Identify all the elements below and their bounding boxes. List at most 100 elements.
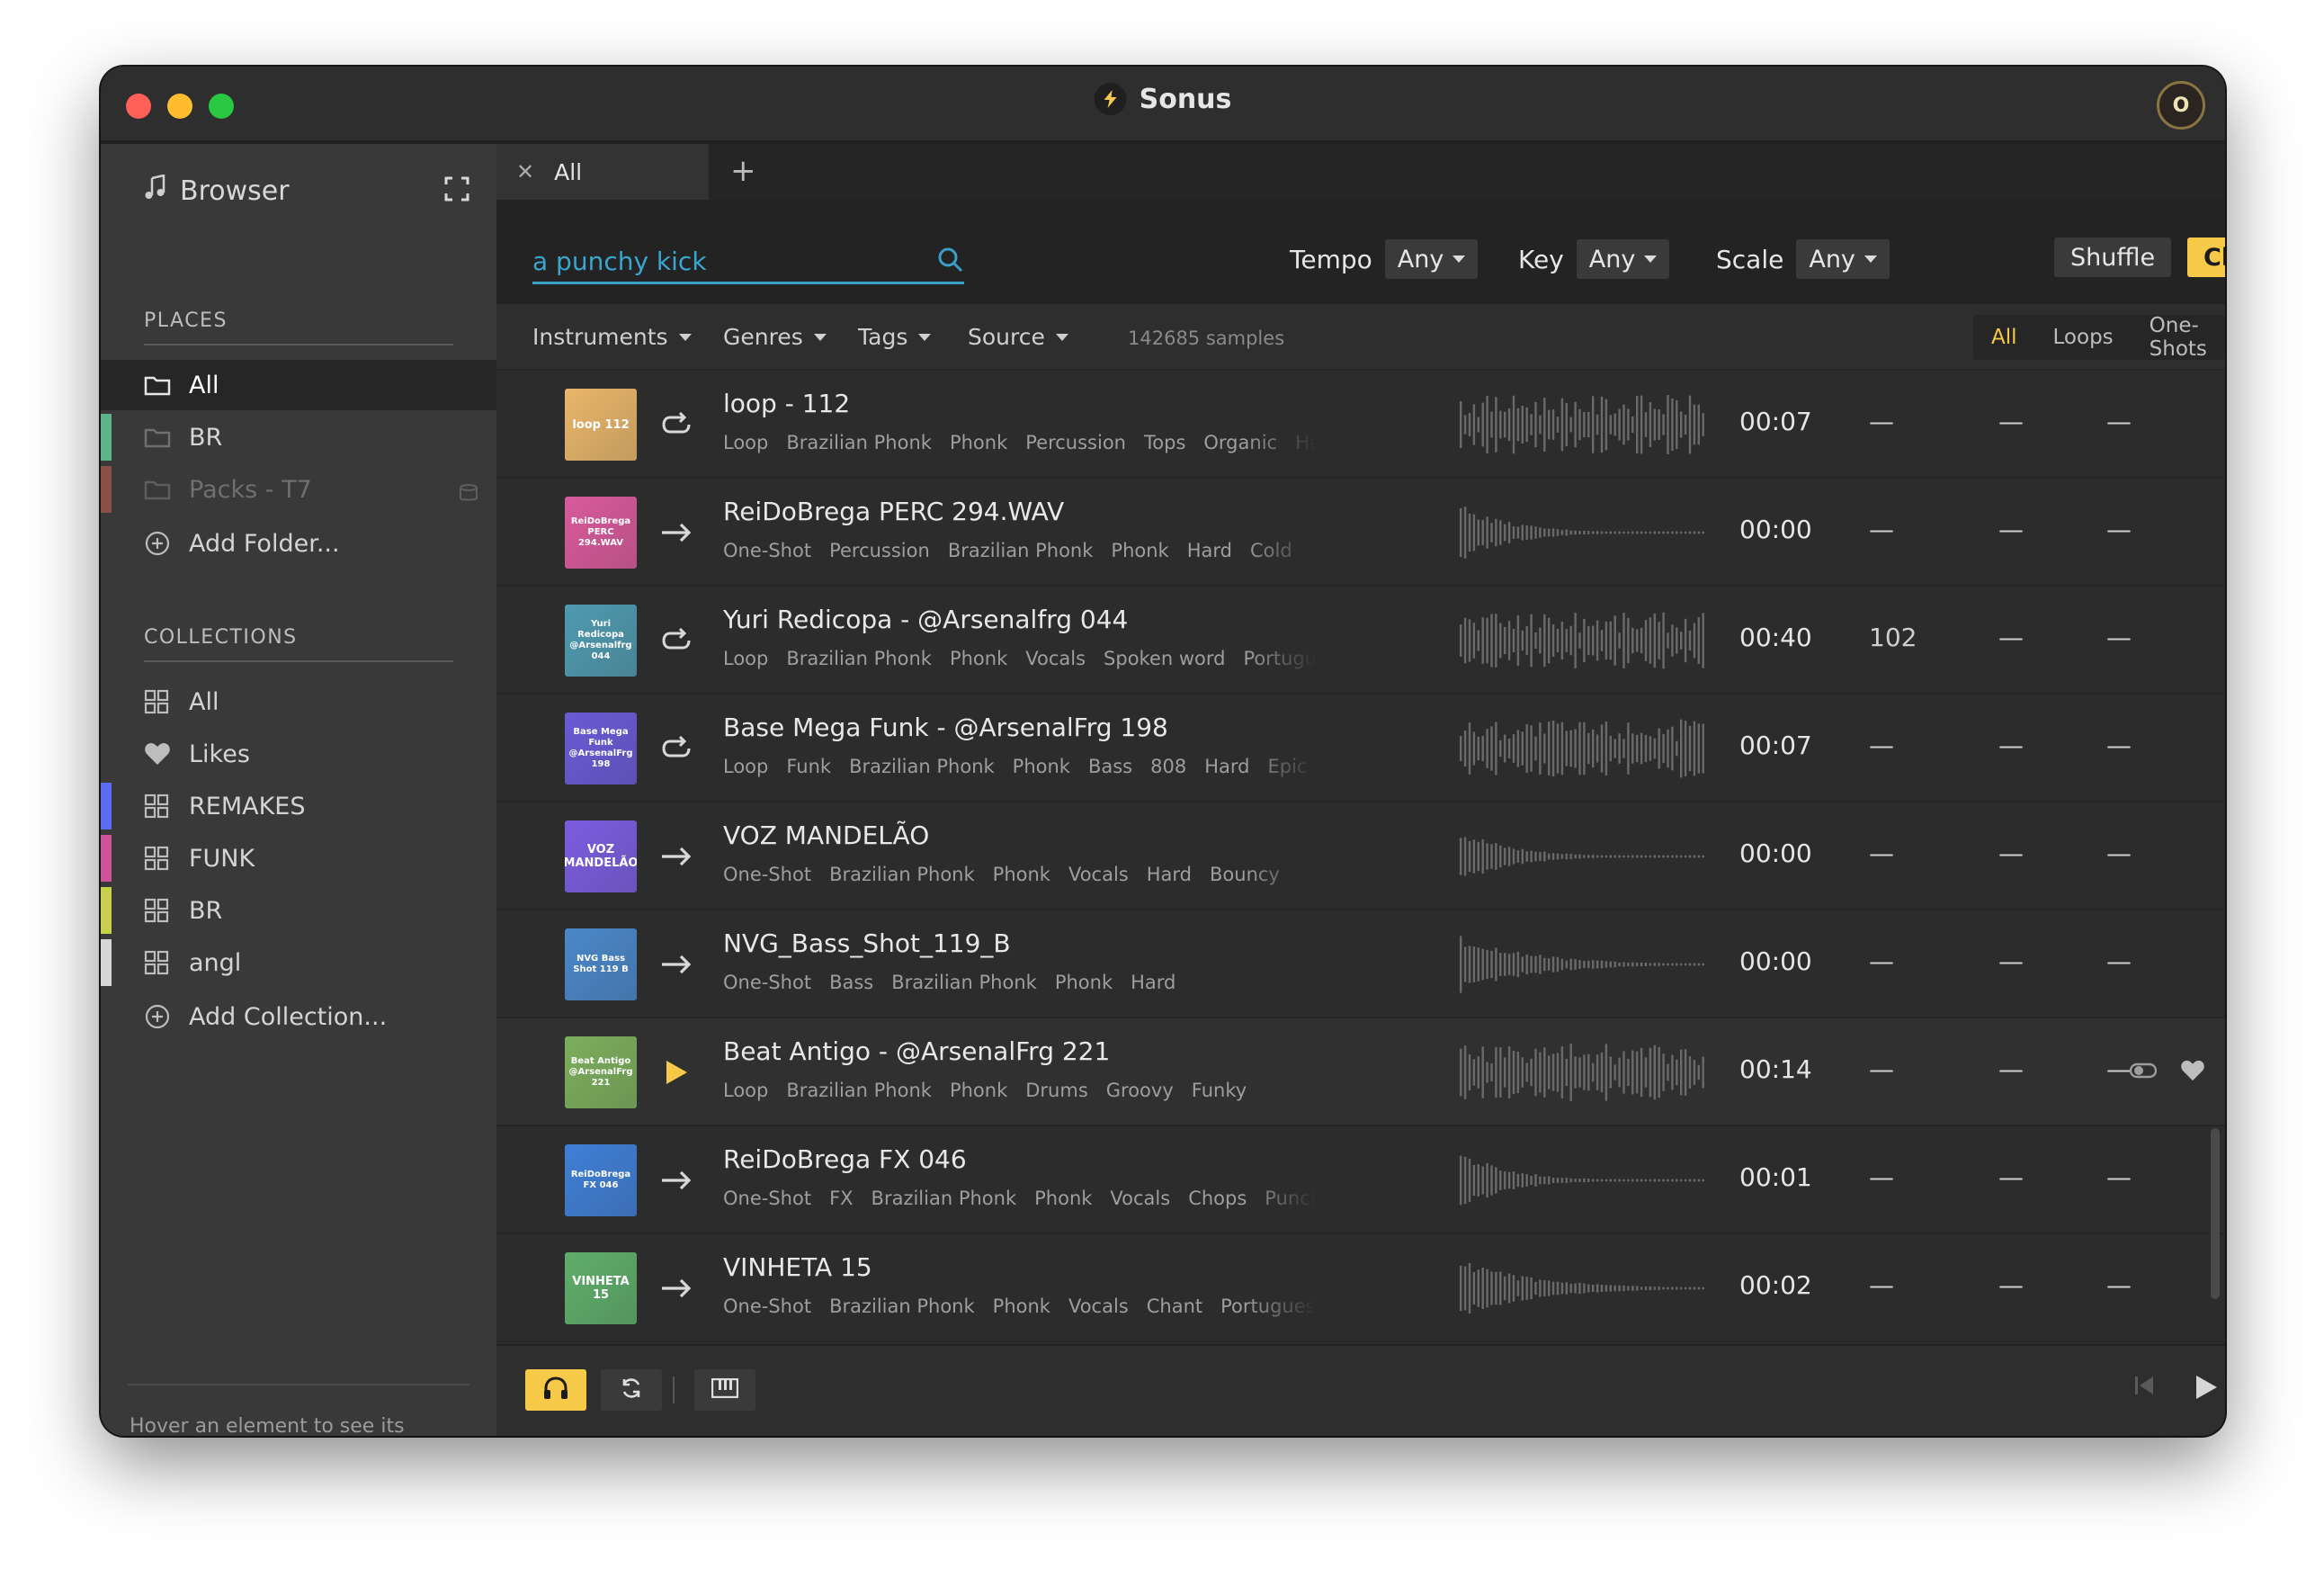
- user-avatar[interactable]: O: [2157, 81, 2205, 130]
- tag-chip[interactable]: Percussion: [1025, 432, 1126, 453]
- sample-title[interactable]: ReiDoBrega PERC 294.WAV: [723, 497, 1064, 526]
- tag-chip[interactable]: Loop: [723, 432, 768, 453]
- sidebar-item-angl[interactable]: angl: [101, 937, 496, 988]
- sample-row[interactable]: VINHETA 15 VINHETA 15 One-Shot Brazilian Ph…: [496, 1234, 2225, 1342]
- sidebar-item-places-all[interactable]: All: [101, 360, 496, 410]
- sample-row[interactable]: Base Mega Funk @ArsenalFrg 198 Base Mega …: [496, 695, 2225, 802]
- expand-icon[interactable]: [444, 176, 469, 209]
- tag-chip[interactable]: Punchy: [1265, 1188, 1317, 1209]
- tag-chip[interactable]: Brazilian Phonk: [849, 756, 995, 777]
- tag-chip[interactable]: Vocals: [1025, 648, 1086, 669]
- tags-filter[interactable]: Tags: [858, 324, 932, 350]
- segment-loops[interactable]: Loops: [2035, 326, 2132, 349]
- segment-all[interactable]: All: [1973, 326, 2035, 349]
- sample-title[interactable]: VINHETA 15: [723, 1252, 872, 1282]
- add-collection-button[interactable]: Add Collection...: [101, 991, 496, 1042]
- tag-chip[interactable]: Phonk: [993, 864, 1050, 885]
- sample-title[interactable]: VOZ MANDELÃO: [723, 820, 929, 850]
- tag-chip[interactable]: Bass: [829, 972, 873, 993]
- tag-chip[interactable]: Chant: [1147, 1296, 1202, 1317]
- sample-title[interactable]: Yuri Redicopa - @Arsenalfrg 044: [723, 605, 1128, 634]
- tag-chip[interactable]: Brazilian Phonk: [891, 972, 1037, 993]
- loop-icon[interactable]: [658, 407, 694, 443]
- scrollbar[interactable]: [2211, 1128, 2220, 1299]
- tag-chip[interactable]: Portuguese: [1243, 648, 1317, 669]
- play-icon[interactable]: [658, 1054, 694, 1090]
- tag-chip[interactable]: Phonk: [1034, 1188, 1092, 1209]
- close-tab-icon[interactable]: ✕: [516, 159, 534, 184]
- one-shot-arrow-icon[interactable]: [658, 1162, 694, 1198]
- tag-chip[interactable]: Loop: [723, 756, 768, 777]
- tag-chip[interactable]: Bouncy: [1210, 864, 1280, 885]
- tag-chip[interactable]: One-Shot: [723, 1188, 811, 1209]
- tag-chip[interactable]: Phonk: [950, 1080, 1007, 1101]
- tag-chip[interactable]: Hard: [1187, 540, 1232, 561]
- sample-row[interactable]: VOZ MANDELÃO VOZ MANDELÃO One-Shot Brazilia…: [496, 802, 2225, 910]
- scale-dropdown[interactable]: Any: [1796, 239, 1890, 279]
- sample-row[interactable]: loop 112 loop - 112 Loop Brazilian Phonk Pho…: [496, 371, 2225, 479]
- sample-row[interactable]: ReiDoBrega PERC 294.WAV ReiDoBrega PERC 2…: [496, 479, 2225, 587]
- sidebar-item-likes[interactable]: Likes: [101, 729, 496, 779]
- tag-chip[interactable]: Vocals: [1068, 1296, 1129, 1317]
- tag-chip[interactable]: Brazilian Phonk: [829, 1296, 975, 1317]
- loop-icon[interactable]: [658, 731, 694, 767]
- similar-toggle-icon[interactable]: [2129, 1062, 2158, 1083]
- tag-chip[interactable]: Loop: [723, 648, 768, 669]
- tag-chip[interactable]: One-Shot: [723, 540, 811, 561]
- tag-chip[interactable]: Bass: [1088, 756, 1132, 777]
- waveform[interactable]: [1459, 1148, 1707, 1213]
- tag-chip[interactable]: Brazilian Phonk: [786, 648, 932, 669]
- tag-chip[interactable]: Groovy: [1106, 1080, 1174, 1101]
- tag-chip[interactable]: Organic: [1203, 432, 1277, 453]
- tag-chip[interactable]: Cold: [1250, 540, 1292, 561]
- waveform[interactable]: [1459, 932, 1707, 997]
- tag-chip[interactable]: Brazilian Phonk: [786, 432, 932, 453]
- minimize-window-button[interactable]: [167, 94, 192, 119]
- waveform[interactable]: [1459, 1256, 1707, 1321]
- sample-title[interactable]: ReiDoBrega FX 046: [723, 1144, 967, 1174]
- waveform[interactable]: [1459, 392, 1707, 457]
- previous-track-icon[interactable]: [2133, 1373, 2157, 1402]
- tag-chip[interactable]: Tops: [1144, 432, 1185, 453]
- tag-chip[interactable]: Percussion: [829, 540, 930, 561]
- tag-chip[interactable]: Funk: [786, 756, 831, 777]
- loop-toggle-button[interactable]: [601, 1369, 662, 1411]
- sample-row[interactable]: NVG Bass Shot 119 B NVG_Bass_Shot_119_B On…: [496, 910, 2225, 1018]
- like-heart-icon[interactable]: [2180, 1060, 2205, 1085]
- tag-chip[interactable]: Drums: [1025, 1080, 1088, 1101]
- sidebar-item-collection-br[interactable]: BR: [101, 885, 496, 936]
- tag-chip[interactable]: Phonk: [1013, 756, 1070, 777]
- one-shot-arrow-icon[interactable]: [658, 838, 694, 874]
- sample-title[interactable]: NVG_Bass_Shot_119_B: [723, 928, 1011, 958]
- one-shot-arrow-icon[interactable]: [658, 515, 694, 551]
- tag-chip[interactable]: Phonk: [993, 1296, 1050, 1317]
- tag-chip[interactable]: Chops: [1188, 1188, 1247, 1209]
- sample-row[interactable]: ReiDoBrega FX 046 ReiDoBrega FX 046 One-Sh…: [496, 1126, 2225, 1234]
- tempo-dropdown[interactable]: Any: [1384, 239, 1479, 279]
- one-shot-arrow-icon[interactable]: [658, 1270, 694, 1306]
- sidebar-item-funk[interactable]: FUNK: [101, 833, 496, 883]
- tag-chip[interactable]: FX: [829, 1188, 853, 1209]
- tag-chip[interactable]: Phonk: [1111, 540, 1168, 561]
- tag-chip[interactable]: Brazilian Phonk: [829, 864, 975, 885]
- tag-chip[interactable]: Spoken word: [1104, 648, 1225, 669]
- tag-chip[interactable]: One-Shot: [723, 972, 811, 993]
- genres-filter[interactable]: Genres: [723, 324, 827, 350]
- waveform[interactable]: [1459, 1040, 1707, 1105]
- tag-chip[interactable]: One-Shot: [723, 1296, 811, 1317]
- one-shot-arrow-icon[interactable]: [658, 946, 694, 982]
- keyboard-button[interactable]: [694, 1369, 755, 1411]
- sidebar-item-collections-all[interactable]: All: [101, 677, 496, 727]
- zoom-window-button[interactable]: [209, 94, 234, 119]
- tag-chip[interactable]: Brazilian Phonk: [786, 1080, 932, 1101]
- clear-button[interactable]: Clear: [2187, 238, 2225, 277]
- tag-chip[interactable]: Loop: [723, 1080, 768, 1101]
- search-icon[interactable]: [937, 247, 964, 277]
- tag-chip[interactable]: 808: [1150, 756, 1186, 777]
- preview-headphones-button[interactable]: [525, 1369, 586, 1411]
- source-filter[interactable]: Source: [968, 324, 1068, 350]
- waveform[interactable]: [1459, 824, 1707, 889]
- waveform[interactable]: [1459, 608, 1707, 673]
- sidebar-item-remakes[interactable]: REMAKES: [101, 781, 496, 831]
- instruments-filter[interactable]: Instruments: [532, 324, 692, 350]
